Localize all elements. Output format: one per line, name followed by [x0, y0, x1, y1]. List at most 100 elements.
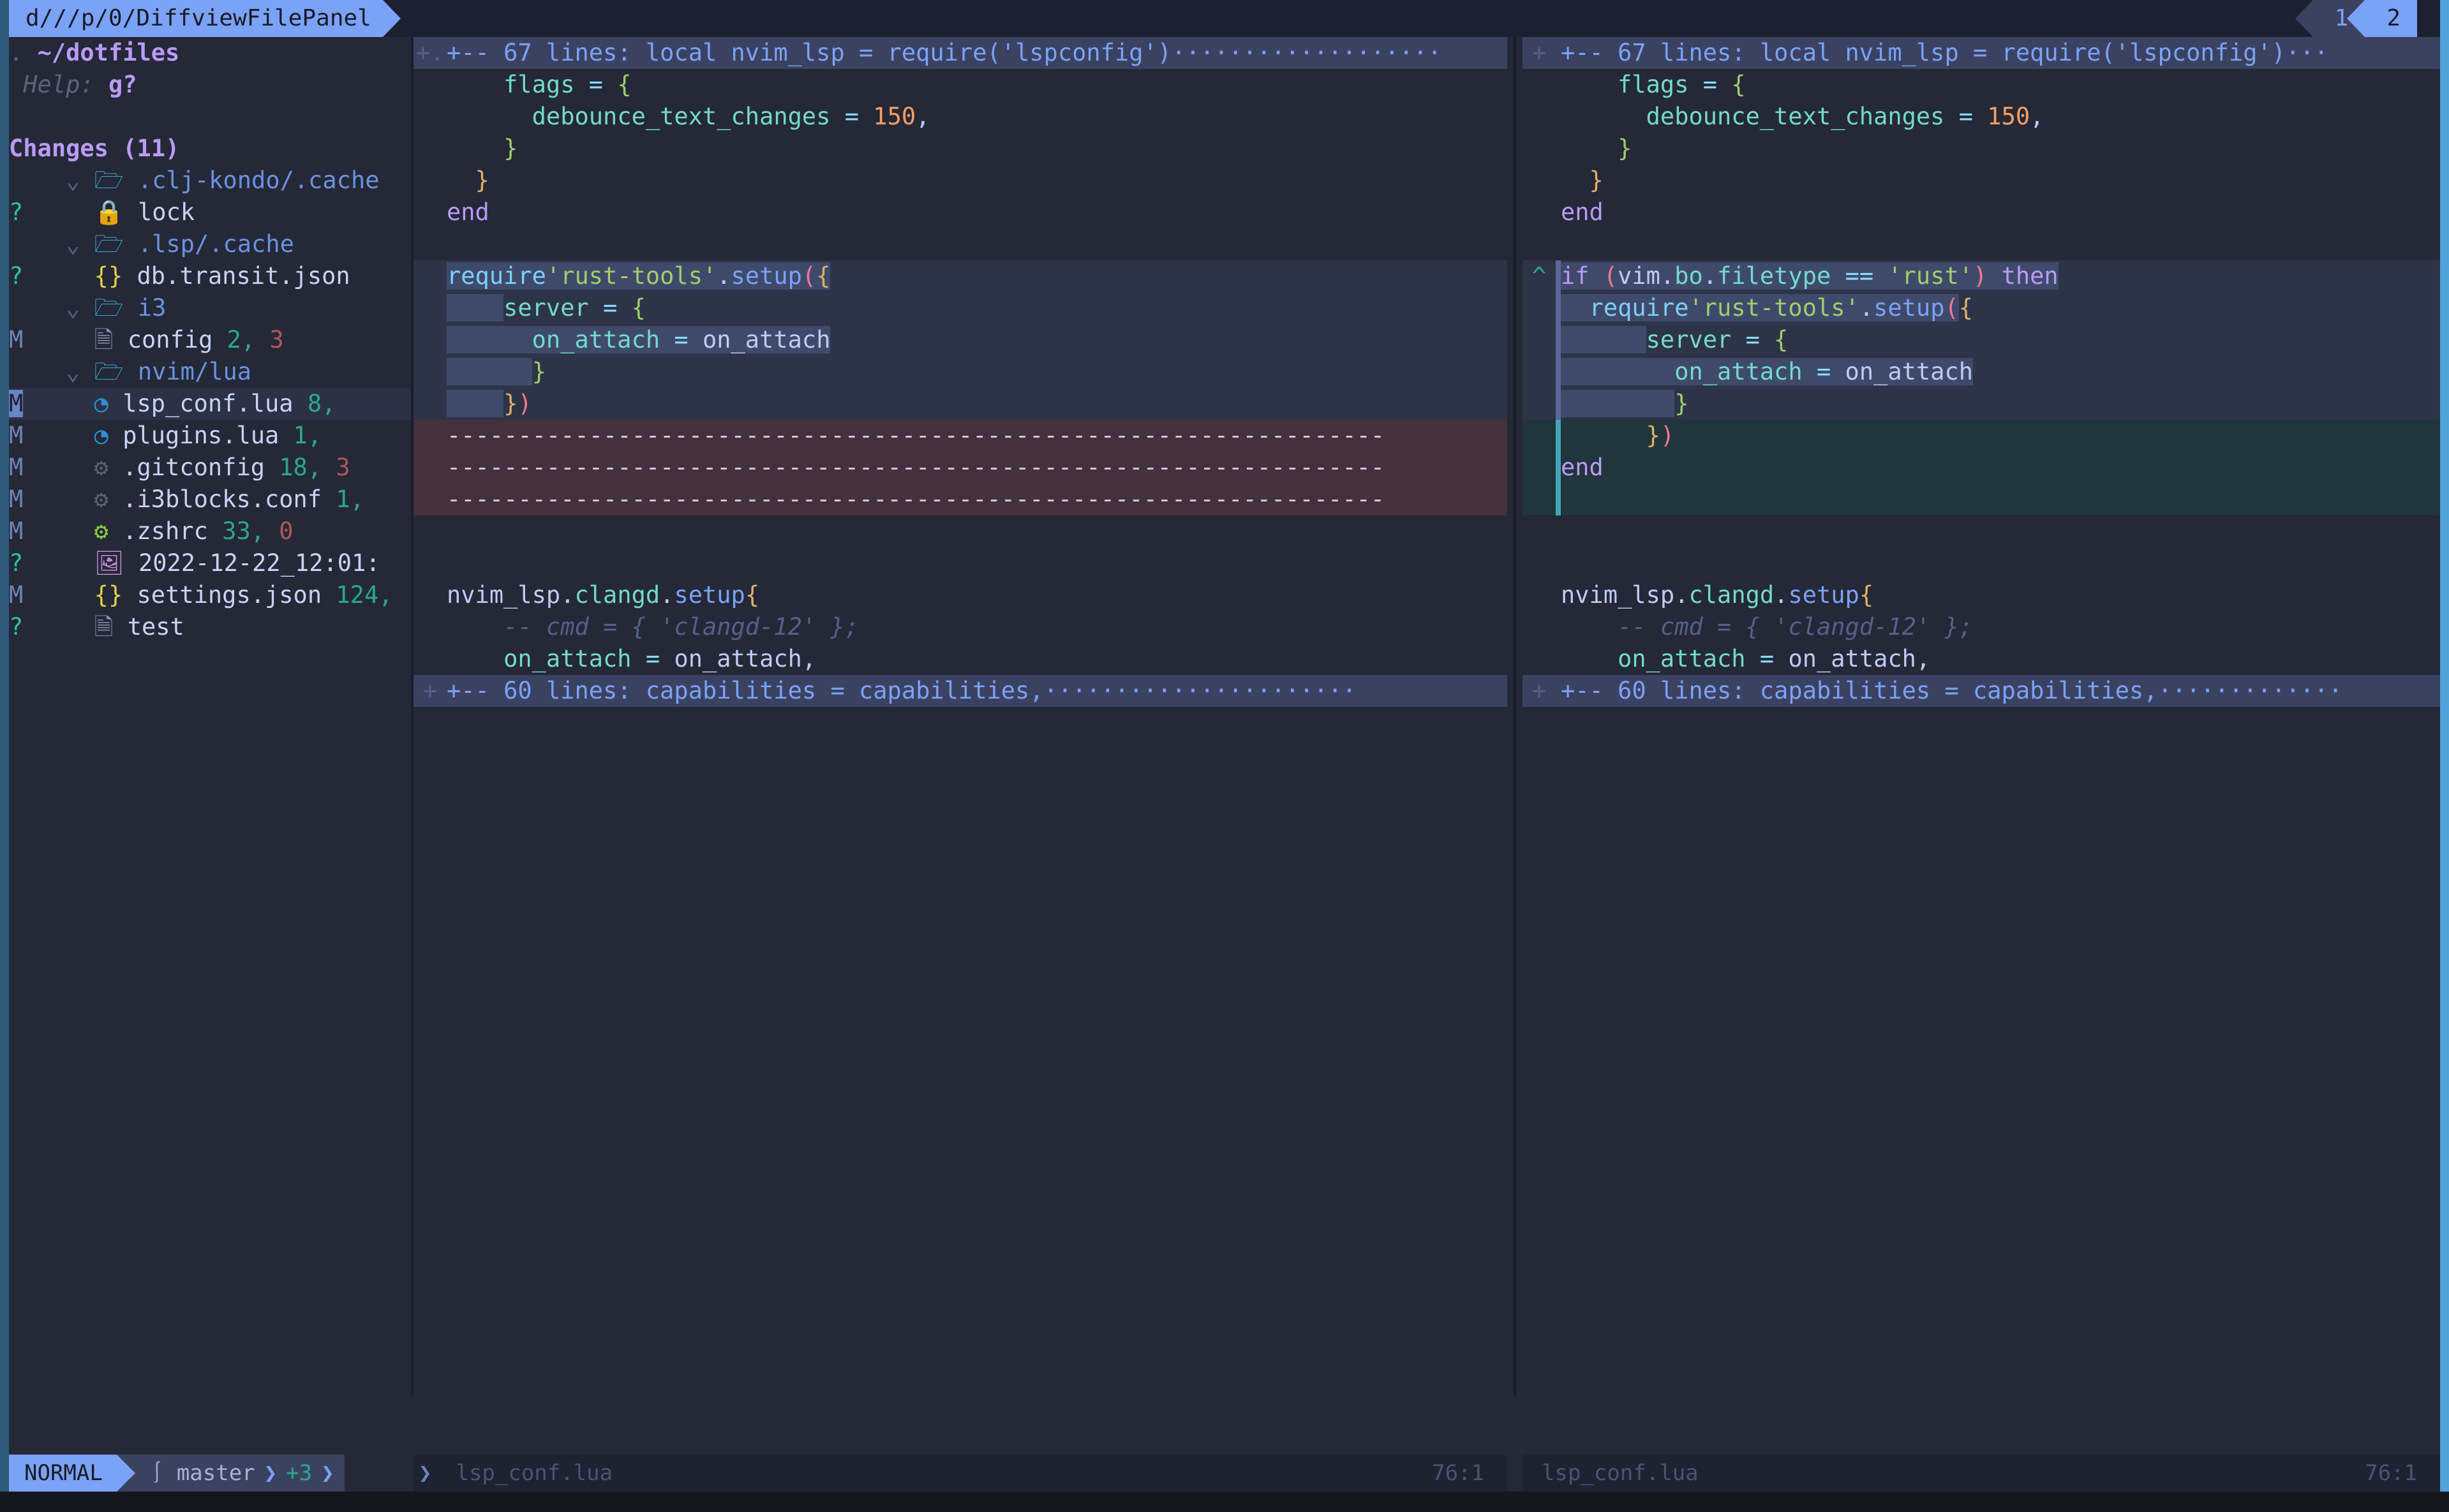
diff-line[interactable]: end — [413, 196, 1507, 228]
file-name: lock — [138, 198, 195, 226]
chevron-down-icon[interactable]: ⌄ — [66, 167, 80, 194]
file-panel-file-row[interactable]: M ◔ lsp_conf.lua 8, — [9, 388, 411, 420]
code-token: { — [816, 262, 831, 290]
file-panel-file-row[interactable]: ? {} db.transit.json — [9, 260, 411, 292]
git-change-bar — [1556, 547, 1561, 579]
file-panel-file-row[interactable]: ? 🔒 lock — [9, 196, 411, 228]
file-panel-file-row[interactable]: M ⚙ .gitconfig 18, 3 — [9, 452, 411, 484]
diff-line[interactable]: } — [413, 133, 1507, 165]
additions-count: 2, — [212, 326, 256, 353]
diff-line[interactable]: + +-- 60 lines: capabilities = capabiliti… — [1522, 675, 2440, 707]
diff-line[interactable]: } — [1522, 133, 2440, 165]
file-panel-section-title: Changes (11) — [9, 133, 411, 165]
diff-line[interactable]: require'rust-tools'.setup({ — [1522, 292, 2440, 324]
sign-column — [1522, 452, 1556, 484]
diff-line[interactable]: require'rust-tools'.setup({ — [413, 260, 1507, 292]
diff-line[interactable]: end — [1522, 452, 2440, 484]
git-change-bar — [1556, 579, 1561, 611]
branch-indicator[interactable]: ⎰ master ❯ +3 ❯ — [116, 1455, 345, 1492]
diff-line[interactable] — [1522, 547, 2440, 579]
diff-line[interactable]: -- cmd = { 'clangd-12' }; — [413, 611, 1507, 643]
sign-column: + — [422, 677, 438, 704]
diff-line[interactable]: flags = { — [413, 69, 1507, 101]
file-panel-directory-row[interactable]: ⌄ 🗁 .lsp/.cache — [9, 228, 411, 260]
diff-line[interactable] — [1522, 228, 2440, 260]
code-token: = — [1958, 103, 1988, 130]
diff-line[interactable]: debounce_text_changes = 150, — [1522, 101, 2440, 133]
diff-line[interactable]: } — [1522, 388, 2440, 420]
code-token: -- cmd = { 'clangd-12' }; — [447, 613, 860, 641]
diff-line[interactable]: flags = { — [1522, 69, 2440, 101]
diff-line[interactable]: server = { — [413, 292, 1507, 324]
diff-pane-right[interactable]: + +-- 67 lines: local nvim_lsp = require(… — [1522, 37, 2440, 1396]
diff-pane-left[interactable]: +. +-- 67 lines: local nvim_lsp = require… — [413, 37, 1507, 1396]
diff-line[interactable]: nvim_lsp.clangd.setup{ — [413, 579, 1507, 611]
file-panel-directory-row[interactable]: ⌄ 🗁 .clj-kondo/.cache — [9, 165, 411, 196]
code-token: on_attach, — [674, 645, 817, 672]
file-panel-file-row[interactable]: M {} settings.json 124, — [9, 579, 411, 611]
tab-number-2[interactable]: 2 — [2347, 0, 2417, 37]
diff-line-text: ----------------------------------------… — [447, 484, 1507, 515]
code-token: ) — [1973, 262, 1988, 290]
code-token: ( — [1603, 262, 1618, 290]
code-token: on_attach — [532, 326, 674, 353]
diff-line[interactable]: ----------------------------------------… — [413, 452, 1507, 484]
file-panel-file-row[interactable]: ? 🖼 2022-12-22_12:01: — [9, 547, 411, 579]
diff-line[interactable] — [1522, 484, 2440, 515]
diff-line[interactable]: }) — [1522, 420, 2440, 452]
file-panel-directory-row[interactable]: ⌄ 🗁 nvim/lua — [9, 356, 411, 388]
tab-diffview-file-panel[interactable]: d///p/0/DiffviewFilePanel — [9, 0, 401, 37]
chevron-down-icon[interactable]: ⌄ — [66, 230, 80, 258]
diff-line[interactable]: on_attach = on_attach, — [413, 643, 1507, 675]
code-token: = — [1759, 645, 1789, 672]
icon-gap — [108, 485, 123, 513]
directory-name: .lsp/.cache — [137, 230, 294, 258]
code-token: , — [916, 103, 930, 130]
file-icon: 🗎 — [94, 326, 114, 353]
diff-line[interactable]: ----------------------------------------… — [413, 484, 1507, 515]
diff-line[interactable]: end — [1522, 196, 2440, 228]
icon-gap — [108, 390, 123, 417]
diff-line-text: } — [1561, 165, 2440, 196]
file-panel-file-row[interactable]: M ⚙ .i3blocks.conf 1, — [9, 484, 411, 515]
diff-line[interactable] — [1522, 515, 2440, 547]
diff-line[interactable]: on_attach = on_attach — [1522, 356, 2440, 388]
diff-line[interactable] — [413, 547, 1507, 579]
status-pad — [23, 549, 66, 577]
file-panel-blank — [9, 101, 411, 133]
diff-line[interactable]: server = { — [1522, 324, 2440, 356]
file-name: .i3blocks.conf — [123, 485, 322, 513]
code-token: { — [631, 294, 646, 322]
diff-line[interactable]: on_attach = on_attach, — [1522, 643, 2440, 675]
diff-line[interactable]: } — [413, 165, 1507, 196]
file-panel-file-row[interactable]: M ⚙ .zshrc 33, 0 — [9, 515, 411, 547]
diff-line-text: }) — [1561, 420, 2440, 452]
diff-line[interactable]: -- cmd = { 'clangd-12' }; — [1522, 611, 2440, 643]
diff-line[interactable]: nvim_lsp.clangd.setup{ — [1522, 579, 2440, 611]
git-change-bar — [1556, 388, 1561, 420]
changes-header: Changes (11) — [9, 135, 180, 162]
diff-line[interactable] — [413, 228, 1507, 260]
file-panel-file-row[interactable]: ? 🗎 test — [9, 611, 411, 643]
diff-line[interactable]: }) — [413, 388, 1507, 420]
code-token: ( — [801, 262, 817, 290]
diff-line-text: end — [1561, 452, 2440, 484]
diff-line[interactable] — [413, 515, 1507, 547]
diff-line[interactable]: +. +-- 67 lines: local nvim_lsp = require… — [413, 37, 1507, 69]
file-panel-file-row[interactable]: M ◔ plugins.lua 1, — [9, 420, 411, 452]
file-panel-directory-row[interactable]: ⌄ 🗁 i3 — [9, 292, 411, 324]
diff-line[interactable]: + +-- 67 lines: local nvim_lsp = require(… — [1522, 37, 2440, 69]
diff-line[interactable]: } — [1522, 165, 2440, 196]
file-status-indicator: ? — [9, 549, 24, 577]
chevron-down-icon[interactable]: ⌄ — [66, 294, 80, 322]
diff-line[interactable]: on_attach = on_attach — [413, 324, 1507, 356]
diff-line[interactable]: + +-- 60 lines: capabilities = capabiliti… — [413, 675, 1507, 707]
diff-line[interactable]: debounce_text_changes = 150, — [413, 101, 1507, 133]
diff-line[interactable]: ----------------------------------------… — [413, 420, 1507, 452]
file-panel-file-row[interactable]: M 🗎 config 2, 3 — [9, 324, 411, 356]
diff-line[interactable]: } — [413, 356, 1507, 388]
diffview-file-panel[interactable]: . ~/dotfiles Help: g? Changes (11) ⌄ 🗁 .… — [9, 37, 411, 1396]
chevron-down-icon[interactable]: ⌄ — [66, 358, 80, 385]
diff-line[interactable]: ^ if (vim.bo.filetype == 'rust') then — [1522, 260, 2440, 292]
